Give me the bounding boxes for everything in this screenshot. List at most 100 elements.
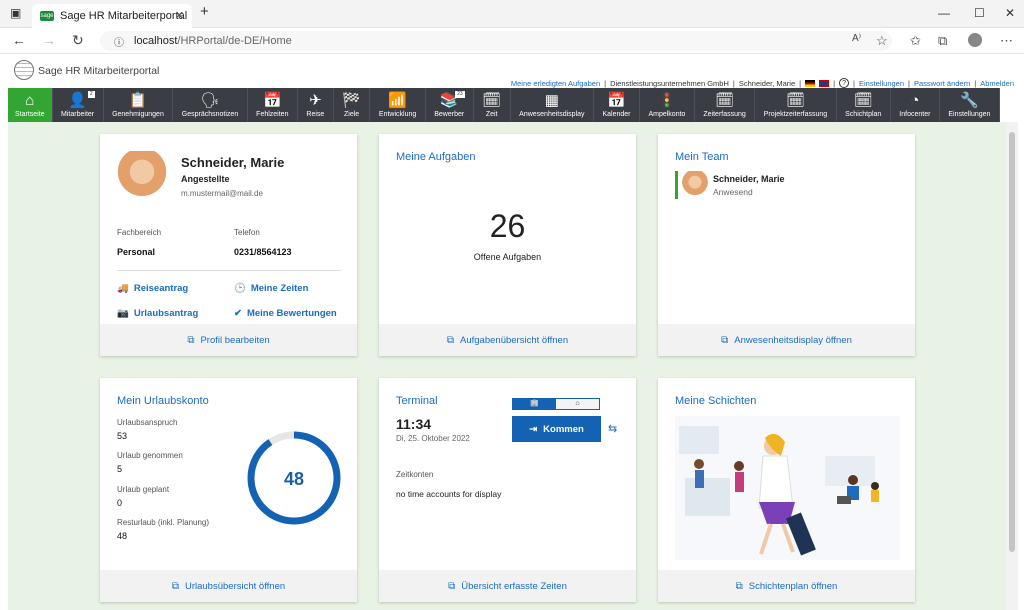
nav-item-entwicklung[interactable]: 📶 Entwicklung <box>370 88 426 122</box>
nav-item-zeiterfassung[interactable]: 🗓 Zeiterfassung <box>695 88 756 122</box>
flag-icon: 🏁 <box>342 91 361 109</box>
home-mode-icon[interactable]: ⌂ <box>556 399 599 409</box>
nav-item-infocenter[interactable]: ◔ Infocenter <box>891 88 940 122</box>
my-times-link[interactable]: 🕒 Meine Zeiten <box>234 283 308 294</box>
browser-tab[interactable]: sage Sage HR Mitarbeiterportal ✕ <box>32 4 192 28</box>
nav-item-label: Einstellungen <box>948 110 991 118</box>
profile-card: Schneider, Marie Angestellte m.mustermai… <box>100 134 357 356</box>
top-links: Meine erledigten Aufgaben | Dienstleistu… <box>510 78 1014 88</box>
nav-item-einstellungen[interactable]: 🔧 Einstellungen <box>940 88 1000 122</box>
shifts-illustration <box>675 416 900 560</box>
open-recorded-times-button[interactable]: ⧉ Übersicht erfasste Zeiten <box>379 570 636 602</box>
remaining-vacation-value: 48 <box>284 469 304 489</box>
close-window-icon[interactable]: ✕ <box>1005 6 1015 20</box>
dashboard: Schneider, Marie Angestellte m.mustermai… <box>8 122 1006 610</box>
project-time-icon: 🗓 <box>785 91 805 109</box>
phone-value: 0231/8564123 <box>234 247 292 257</box>
info-icon[interactable]: ⓘ <box>114 34 124 49</box>
reload-icon[interactable]: ↻ <box>72 32 84 49</box>
office-mode-icon[interactable]: 🏢 <box>513 399 556 409</box>
home-icon: ⌂ <box>25 91 35 109</box>
logout-link[interactable]: Abmelden <box>980 79 1014 88</box>
nav-item-startseite[interactable]: ⌂ Startseite <box>8 88 53 122</box>
nav-item-projektzeiterfassung[interactable]: 🗓 Projektzeiterfassung <box>755 88 837 122</box>
nav-item-fehlzeiten[interactable]: 📅 Fehlzeiten <box>248 88 298 122</box>
nav-item-anwesenheitsdisplay[interactable]: ▦ Anwesenheitsdisplay <box>511 88 595 122</box>
terminal-time: 11:34 <box>396 416 432 432</box>
terminal-card: Terminal 🏢 ⌂ 11:34 Di, 25. Oktober 2022 … <box>379 378 636 602</box>
clock-in-button[interactable]: ⇥ Kommen <box>512 416 601 442</box>
done-tasks-link[interactable]: Meine erledigten Aufgaben <box>511 79 600 88</box>
external-link-icon: ⧉ <box>171 580 179 592</box>
edit-profile-button[interactable]: ⧉ Profil bearbeiten <box>100 324 357 356</box>
close-tab-icon[interactable]: ✕ <box>175 9 184 22</box>
nav-item-label: Entwicklung <box>378 110 417 118</box>
vacation-request-link[interactable]: 📷 Urlaubsantrag <box>117 308 198 319</box>
help-icon[interactable]: ? <box>839 78 850 88</box>
uk-flag-icon[interactable] <box>819 79 830 87</box>
nav-item-schichtplan[interactable]: 🗓 Schichtplan <box>837 88 891 122</box>
my-ratings-link[interactable]: ✔ Meine Bewertungen <box>234 308 337 319</box>
user-name: Schneider, Marie <box>738 78 796 88</box>
travel-request-link[interactable]: 🚚 Reiseantrag <box>117 283 188 294</box>
minimize-icon[interactable]: — <box>938 6 950 20</box>
tab-title: Sage HR Mitarbeiterportal <box>60 10 188 22</box>
favorite-star-icon[interactable]: ☆ <box>876 33 888 49</box>
german-flag-icon[interactable] <box>805 79 816 87</box>
shifts-card: Meine Schichten ⧉ Schichtenplan öffnen <box>658 378 915 602</box>
traffic-light-icon: 🚦 <box>657 91 677 109</box>
planned-value: 0 <box>117 498 123 508</box>
remaining-value: 48 <box>117 531 128 541</box>
open-task-overview-button[interactable]: ⧉ Aufgabenübersicht öffnen <box>379 324 636 356</box>
open-vacation-overview-button[interactable]: ⧉ Urlaubsübersicht öffnen <box>100 570 357 602</box>
settings-link[interactable]: Einstellungen <box>859 79 904 88</box>
profile-email: m.mustermail@mail.de <box>181 189 263 198</box>
page-scrollbar[interactable] <box>1006 122 1018 610</box>
tasks-title: Meine Aufgaben <box>396 151 476 163</box>
collections-icon[interactable]: ⧉ <box>938 33 947 49</box>
calendar-icon: 📅 <box>607 91 626 109</box>
avatar <box>117 151 167 203</box>
nav-item-zeit[interactable]: 🗓 Zeit <box>474 88 511 122</box>
clipboard-icon: 📋 <box>128 91 148 109</box>
maximize-icon[interactable]: ☐ <box>974 6 985 20</box>
nav-item-label: Schichtplan <box>845 110 882 118</box>
back-icon[interactable]: ← <box>12 32 26 48</box>
nav-item-reise[interactable]: ✈ Reise <box>298 88 334 122</box>
url-field[interactable]: ⓘ localhost/HRPortal/de-DE/Home <box>100 31 892 51</box>
favorites-icon[interactable]: ✩ <box>910 33 921 49</box>
team-member-name[interactable]: Schneider, Marie <box>713 174 785 184</box>
new-tab-icon[interactable]: + <box>200 3 209 20</box>
nav-item-genehmigungen[interactable]: 📋 Genehmigungen <box>104 88 174 122</box>
nav-item-kalender[interactable]: 📅 Kalender <box>594 88 640 122</box>
tab-actions-icon[interactable]: ▣ <box>10 6 21 20</box>
open-tasks-caption: Offene Aufgaben <box>473 252 542 262</box>
change-password-link[interactable]: Passwort ändern <box>914 79 970 88</box>
time-accounts-label: Zeitkonten <box>396 470 434 479</box>
nav-item-ziele[interactable]: 🏁 Ziele <box>334 88 371 122</box>
favicon-icon: sage <box>40 11 54 21</box>
nav-item-mitarbeiter[interactable]: 👤 Mitarbeiter 2 <box>53 88 104 122</box>
forward-icon[interactable]: → <box>42 32 56 48</box>
profile-avatar-icon[interactable] <box>968 33 982 47</box>
swap-icon[interactable]: ⇆ <box>608 422 617 435</box>
nav-item-gesprächsnotizen[interactable]: 🗣 Gesprächsnotizen <box>173 88 248 122</box>
dept-value: Personal <box>117 247 156 257</box>
clock-calendar-icon: 🗓 <box>482 91 502 109</box>
vacation-title: Mein Urlaubskonto <box>117 395 209 407</box>
nav-item-label: Startseite <box>15 110 45 118</box>
more-menu-icon[interactable]: ⋯ <box>1000 33 1013 49</box>
grid-icon: ▦ <box>544 91 559 109</box>
scrollbar-thumb[interactable] <box>1009 132 1015 552</box>
pie-icon: ◔ <box>910 91 920 109</box>
nav-item-label: Genehmigungen <box>112 110 164 118</box>
head-icon: 🗣 <box>200 91 220 109</box>
read-aloud-icon[interactable]: A⁾ <box>852 33 861 44</box>
nav-item-ampelkonto[interactable]: 🚦 Ampelkonto <box>640 88 695 122</box>
count-badge: 23 <box>455 91 465 98</box>
nav-item-bewerber[interactable]: 📚 Bewerber 23 <box>426 88 474 122</box>
address-bar-row: ← → ↻ ⓘ localhost/HRPortal/de-DE/Home A⁾… <box>0 28 1024 54</box>
open-attendance-display-button[interactable]: ⧉ Anwesenheitsdisplay öffnen <box>658 324 915 356</box>
open-shift-plan-button[interactable]: ⧉ Schichtenplan öffnen <box>658 570 915 602</box>
planned-label: Urlaub geplant <box>117 485 170 494</box>
